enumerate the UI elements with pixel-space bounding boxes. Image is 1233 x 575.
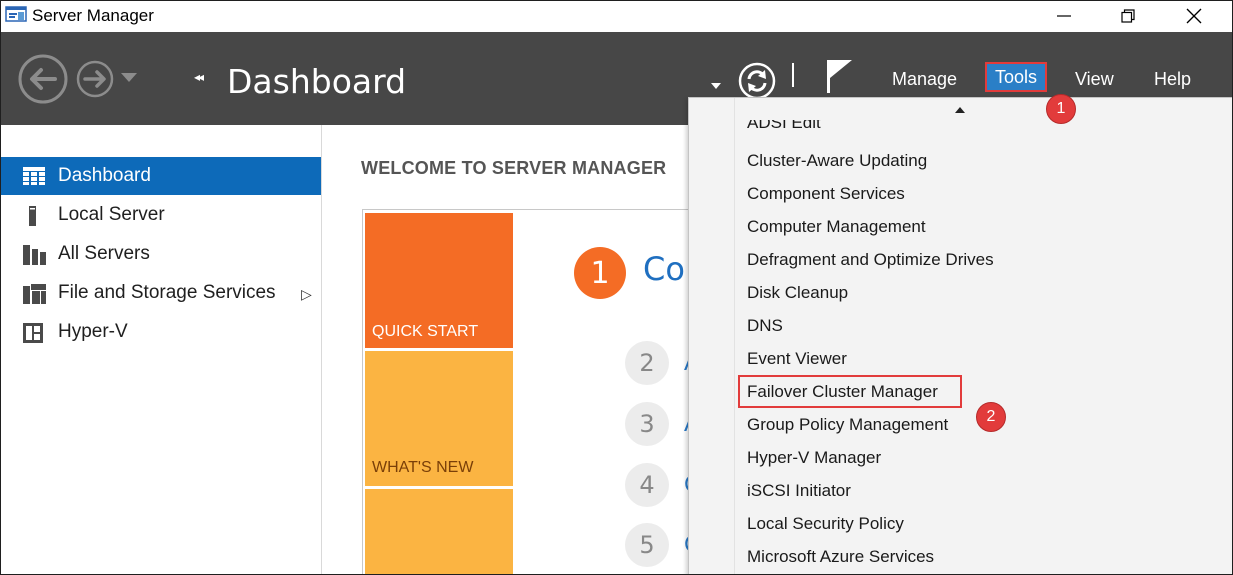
tools-item-defragment[interactable]: Defragment and Optimize Drives (747, 250, 994, 270)
tools-item-component-services[interactable]: Component Services (747, 184, 905, 204)
window-title: Server Manager (32, 6, 154, 25)
menu-view[interactable]: View (1075, 69, 1114, 90)
history-dropdown-icon[interactable] (121, 70, 137, 88)
menu-gutter (734, 98, 735, 574)
tools-dropdown-menu: ADSI Edit Cluster-Aware Updating Compone… (688, 97, 1232, 574)
expand-arrow-icon[interactable]: ▷ (301, 286, 312, 303)
step-number-1: 1 (574, 247, 626, 299)
sidebar-item-all-servers[interactable]: All Servers (1, 235, 321, 273)
step-1-link[interactable]: Co (643, 250, 685, 288)
server-manager-app-icon (5, 5, 27, 23)
header-separator (792, 63, 794, 87)
tools-item-group-policy-management[interactable]: Group Policy Management (747, 415, 948, 435)
tile-label: QUICK START (372, 323, 479, 340)
back-button[interactable] (17, 53, 69, 110)
menu-tools[interactable]: Tools (985, 62, 1047, 92)
tile-quick-start[interactable]: QUICK START (365, 213, 513, 348)
refresh-dropdown-icon[interactable] (711, 77, 721, 95)
step-number-5: 5 (625, 523, 669, 567)
sidebar-item-label: Dashboard (58, 165, 151, 186)
sidebar-item-label: All Servers (58, 243, 150, 264)
menu-manage[interactable]: Manage (892, 69, 957, 90)
tools-item-event-viewer[interactable]: Event Viewer (747, 349, 847, 369)
sidebar-item-label: File and Storage Services (58, 282, 276, 303)
step-number-3: 3 (625, 402, 669, 446)
sidebar: Dashboard Local Server All Servers File … (1, 125, 322, 574)
sidebar-item-label: Hyper-V (58, 321, 128, 342)
scroll-up-arrow-icon[interactable] (955, 107, 965, 113)
failover-cluster-highlight-box (738, 375, 962, 408)
restore-button[interactable] (1105, 1, 1151, 31)
minimize-button[interactable] (1041, 1, 1087, 31)
server-manager-window: Server Manager ◂◂ Dashboard Manage Tools… (0, 0, 1233, 575)
welcome-heading: WELCOME TO SERVER MANAGER (361, 158, 667, 178)
file-storage-icon (23, 284, 46, 304)
step-number-2: 2 (625, 341, 669, 385)
sidebar-item-local-server[interactable]: Local Server (1, 196, 321, 234)
dashboard-icon (23, 167, 45, 185)
sidebar-item-dashboard[interactable]: Dashboard (1, 157, 321, 195)
tools-item-iscsi-initiator[interactable]: iSCSI Initiator (747, 481, 851, 501)
sidebar-item-hyper-v[interactable]: Hyper-V (1, 313, 321, 351)
step-number-4: 4 (625, 463, 669, 507)
tools-item-adsi-edit[interactable]: ADSI Edit (747, 120, 821, 136)
tools-item-hyper-v-manager[interactable]: Hyper-V Manager (747, 448, 881, 468)
tools-item-azure-services[interactable]: Microsoft Azure Services (747, 547, 934, 567)
servers-icon (23, 245, 46, 265)
title-bar: Server Manager (1, 1, 1232, 32)
tools-item-cluster-aware-updating[interactable]: Cluster-Aware Updating (747, 151, 927, 171)
annotation-badge-1: 1 (1046, 94, 1076, 124)
server-icon (23, 206, 45, 226)
page-title: Dashboard (227, 62, 407, 101)
hyperv-icon (23, 323, 45, 343)
tile-learn-more[interactable] (365, 489, 513, 574)
sidebar-item-label: Local Server (58, 204, 165, 225)
close-button[interactable] (1171, 1, 1217, 31)
tile-label: WHAT'S NEW (372, 459, 474, 476)
forward-button[interactable] (75, 59, 115, 104)
menu-help[interactable]: Help (1154, 69, 1191, 90)
tools-item-computer-management[interactable]: Computer Management (747, 217, 926, 237)
tools-item-label: ADSI Edit (747, 120, 821, 132)
tile-whats-new[interactable]: WHAT'S NEW (365, 351, 513, 486)
notifications-flag-icon[interactable] (824, 58, 854, 99)
menu-tools-label: Tools (994, 66, 1038, 87)
tools-item-dns[interactable]: DNS (747, 316, 783, 336)
sidebar-item-file-storage[interactable]: File and Storage Services ▷ (1, 274, 321, 312)
tools-item-local-security-policy[interactable]: Local Security Policy (747, 514, 904, 534)
breadcrumb-arrows[interactable]: ◂◂ (194, 70, 204, 84)
annotation-badge-2: 2 (976, 402, 1006, 432)
tools-item-disk-cleanup[interactable]: Disk Cleanup (747, 283, 848, 303)
